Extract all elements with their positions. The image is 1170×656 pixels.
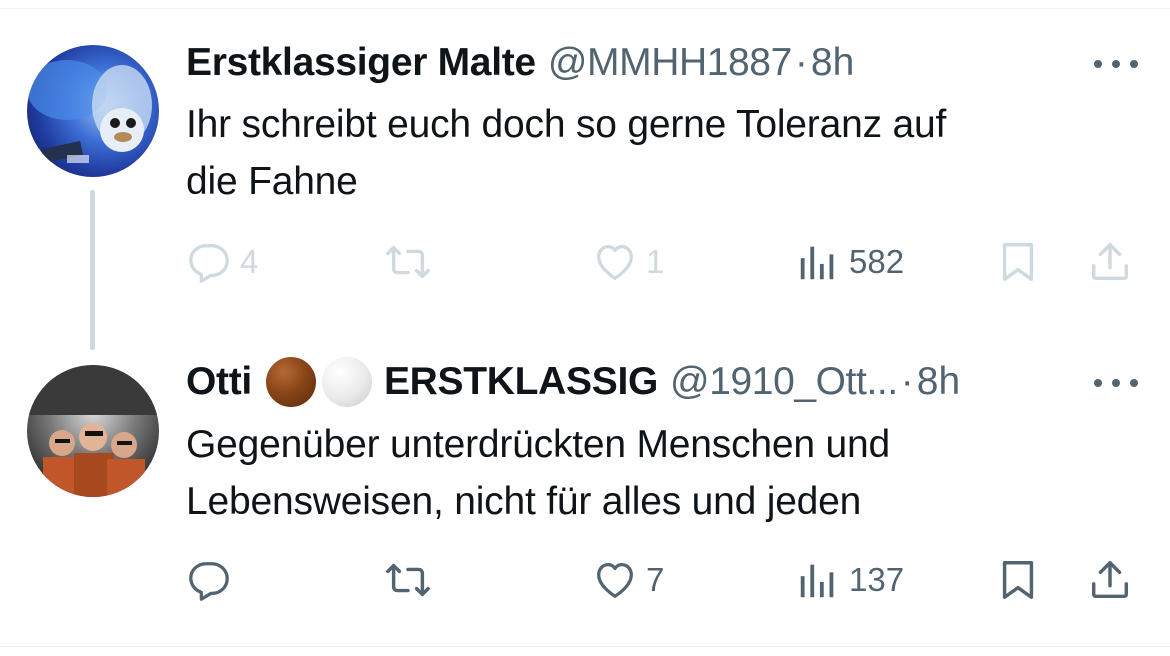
reply-button[interactable]: 4 bbox=[186, 232, 258, 292]
bookmark-icon bbox=[1002, 561, 1034, 599]
action-bar: 4 1 582 bbox=[0, 232, 1170, 292]
views-count: 137 bbox=[849, 561, 905, 598]
avatar[interactable] bbox=[27, 365, 159, 497]
bookmark-icon bbox=[1002, 243, 1034, 281]
display-name[interactable]: Otti bbox=[186, 360, 252, 404]
timestamp[interactable]: 8h bbox=[811, 41, 854, 85]
retweet-button[interactable] bbox=[385, 232, 439, 292]
separator-dot: · bbox=[900, 360, 914, 403]
share-button[interactable] bbox=[1087, 232, 1133, 292]
bookmark-button[interactable] bbox=[995, 232, 1041, 292]
avatar[interactable] bbox=[27, 45, 159, 177]
reply-icon bbox=[189, 562, 229, 601]
bookmark-button[interactable] bbox=[995, 550, 1041, 610]
share-icon bbox=[1091, 561, 1129, 599]
tweet-text: Ihr schreibt euch doch so gerne Toleranz… bbox=[186, 96, 1136, 210]
like-count: 7 bbox=[646, 561, 665, 598]
more-icon[interactable] bbox=[1094, 363, 1138, 403]
retweet-icon bbox=[386, 245, 430, 279]
retweet-button[interactable] bbox=[385, 550, 439, 610]
views-button[interactable]: 582 bbox=[795, 232, 904, 292]
bottom-divider bbox=[0, 646, 1170, 647]
tweet-parent[interactable]: Erstklassiger Malte @MMHH1887 · 8h Ihr s… bbox=[0, 0, 1170, 350]
share-button[interactable] bbox=[1087, 550, 1133, 610]
like-count: 1 bbox=[646, 243, 665, 280]
tweet-text-line: Gegenüber unterdrückten Menschen und bbox=[186, 423, 890, 466]
brown-circle-emoji-icon bbox=[265, 357, 316, 407]
like-button[interactable]: 7 bbox=[592, 550, 664, 610]
user-handle[interactable]: @MMHH1887 bbox=[548, 41, 792, 85]
heart-icon bbox=[597, 245, 633, 280]
tweet-header: Erstklassiger Malte @MMHH1887 · 8h bbox=[186, 38, 854, 88]
reply-button[interactable] bbox=[186, 550, 240, 610]
tweet-text-line: Lebensweisen, nicht für alles und jeden bbox=[186, 480, 862, 523]
action-bar: 7 137 bbox=[0, 550, 1170, 610]
display-name[interactable]: Erstklassiger Malte bbox=[186, 41, 536, 85]
user-handle[interactable]: @1910_Ott... bbox=[670, 360, 898, 404]
like-button[interactable]: 1 bbox=[592, 232, 664, 292]
more-icon[interactable] bbox=[1094, 44, 1138, 84]
timestamp[interactable]: 8h bbox=[917, 360, 960, 404]
tweet-text-line: die Fahne bbox=[186, 160, 358, 203]
share-icon bbox=[1091, 243, 1129, 281]
views-count: 582 bbox=[849, 243, 905, 280]
retweet-icon bbox=[386, 563, 430, 597]
display-name-suffix[interactable]: ERSTKLASSIG bbox=[384, 360, 658, 404]
views-icon bbox=[800, 564, 834, 598]
views-button[interactable]: 137 bbox=[795, 550, 904, 610]
tweet-reply[interactable]: Otti ERSTKLASSIG @1910_Ott... · 8h Gegen… bbox=[0, 330, 1170, 646]
tweet-text: Gegenüber unterdrückten Menschen und Leb… bbox=[186, 416, 1136, 530]
separator-dot: · bbox=[794, 41, 808, 84]
reply-count: 4 bbox=[240, 243, 259, 280]
white-circle-emoji-icon bbox=[321, 357, 372, 407]
reply-icon bbox=[189, 244, 229, 283]
tweet-text-line: Ihr schreibt euch doch so gerne Toleranz… bbox=[186, 103, 947, 146]
heart-icon bbox=[597, 563, 633, 598]
tweet-header: Otti ERSTKLASSIG @1910_Ott... · 8h bbox=[186, 357, 960, 407]
views-icon bbox=[800, 246, 834, 280]
